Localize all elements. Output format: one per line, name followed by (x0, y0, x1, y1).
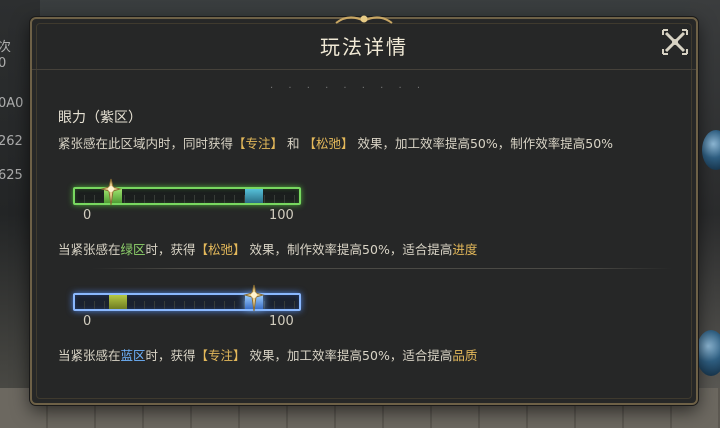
decorative-dots: · · · · · · · · · (270, 83, 427, 94)
section-description: 紧张感在此区域内时，同时获得【专注】 和 【松弛】 效果，加工效率提高50%，制… (58, 133, 613, 152)
dialog-inner-border (36, 23, 692, 399)
green-zone-caption: 当紧张感在绿区时，获得【松弛】 效果，制作效率提高50%，适合提高进度 (58, 239, 477, 258)
section-divider (92, 268, 672, 269)
caption-text: 当紧张感在 (58, 242, 121, 257)
caption-text: 时，获得 (145, 348, 196, 363)
bg-number: 625 (0, 168, 23, 183)
gameplay-details-dialog: 玩法详情 · · · · · · · · · 眼力（紫区） 紧张感在此区域内时，… (30, 15, 698, 405)
desc-text: 和 (283, 136, 304, 151)
caption-text: 时，获得 (145, 242, 196, 257)
desc-text: 效果，加工效率提高50%，制作效率提高50% (353, 136, 614, 151)
blue-zone-caption: 当紧张感在蓝区时，获得【专注】 效果，加工效率提高50%，适合提高品质 (58, 345, 477, 364)
bar-min-label: 0 (83, 208, 92, 223)
bg-number: 0A0 (0, 96, 24, 111)
bar-zone-teal (245, 189, 264, 203)
tension-marker-icon (100, 178, 122, 206)
relax-effect-label: 【松弛】 (195, 242, 246, 257)
dialog-title: 玩法详情 (320, 35, 408, 59)
bar-max-label: 100 (269, 314, 294, 329)
tension-bar-blue (73, 284, 301, 312)
bg-number: 262 (0, 134, 23, 149)
goal-label: 进度 (452, 242, 478, 257)
bg-number: 0 (0, 56, 7, 71)
section-title: 眼力（紫区） (58, 110, 142, 126)
focus-effect-label: 【专注】 (233, 136, 284, 151)
caption-text: 当紧张感在 (58, 348, 121, 363)
caption-text: 效果，加工效率提高50%，适合提高 (245, 348, 453, 363)
focus-effect-label: 【专注】 (195, 348, 246, 363)
background-orb-icon (696, 330, 720, 376)
close-icon[interactable] (660, 27, 690, 57)
caption-text: 效果，制作效率提高50%，适合提高 (245, 242, 453, 257)
tension-bar-green (73, 178, 301, 206)
blue-zone-label: 蓝区 (120, 348, 146, 363)
tension-marker-icon (243, 284, 266, 312)
bar-zone-olive (108, 295, 127, 309)
relax-effect-label: 【松弛】 (303, 136, 354, 151)
bg-text: 次 (0, 40, 12, 55)
goal-label: 品质 (452, 348, 478, 363)
dialog-header: 玩法详情 (32, 19, 696, 70)
green-zone-label: 绿区 (120, 242, 146, 257)
desc-text: 紧张感在此区域内时，同时获得 (58, 136, 234, 151)
bar-min-label: 0 (83, 314, 92, 329)
bar-max-label: 100 (269, 208, 294, 223)
